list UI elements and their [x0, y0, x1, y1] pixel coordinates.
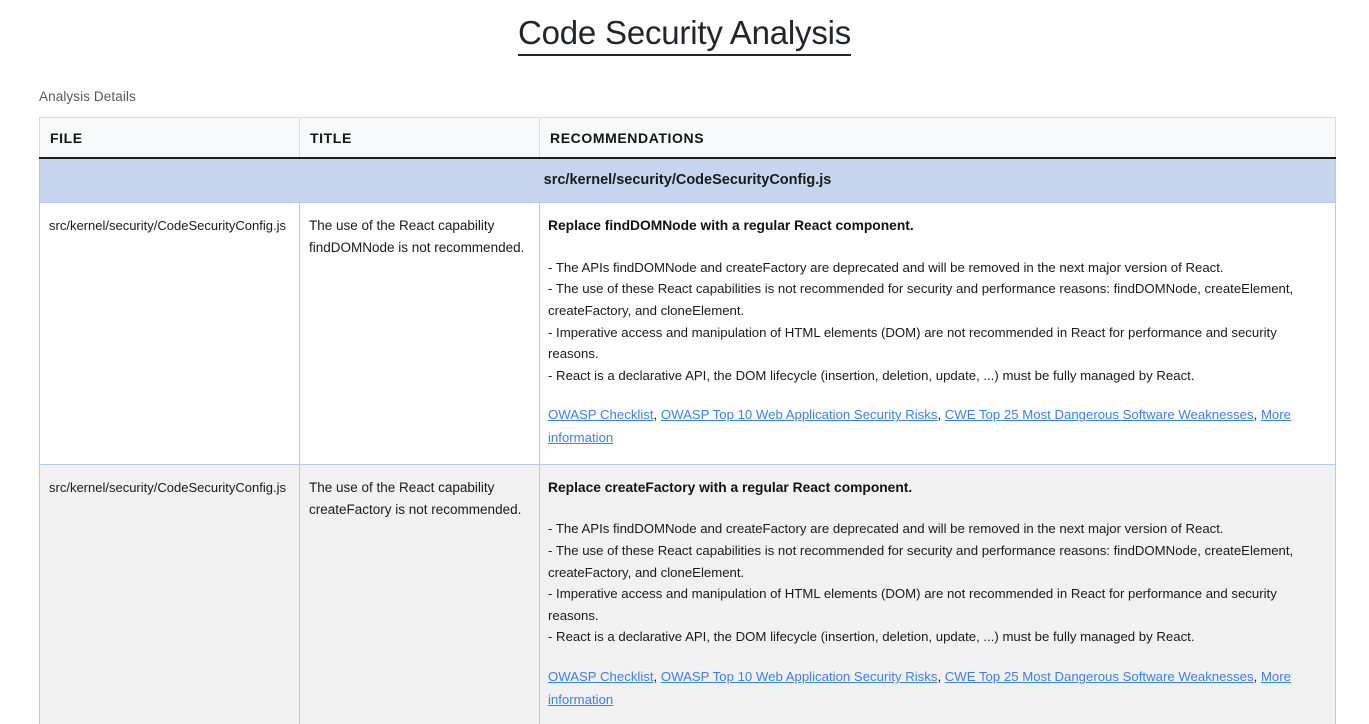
- recommendation-bullets: - The APIs findDOMNode and createFactory…: [548, 518, 1326, 648]
- link-separator: ,: [653, 669, 661, 685]
- section-label: Analysis Details: [39, 89, 136, 105]
- cell-title: The use of the React capability createFa…: [299, 464, 540, 724]
- table-header-row: FILE TITLE RECOMMENDATIONS: [39, 117, 1336, 159]
- reference-links: OWASP Checklist, OWASP Top 10 Web Applic…: [548, 666, 1326, 711]
- link-owasp-top-10[interactable]: OWASP Top 10 Web Application Security Ri…: [661, 669, 938, 684]
- group-row: src/kernel/security/CodeSecurityConfig.j…: [39, 157, 1336, 204]
- link-owasp-checklist[interactable]: OWASP Checklist: [548, 669, 654, 684]
- bullet-item: - The APIs findDOMNode and createFactory…: [548, 521, 1224, 537]
- bullet-item: - The APIs findDOMNode and createFactory…: [548, 259, 1224, 275]
- bullet-item: - Imperative access and manipulation of …: [548, 324, 1277, 362]
- column-header-title[interactable]: TITLE: [299, 117, 540, 159]
- bullet-item: - The use of these React capabilities is…: [548, 542, 1294, 580]
- cell-recommendations: Replace findDOMNode with a regular React…: [539, 202, 1336, 465]
- analysis-table: FILE TITLE RECOMMENDATIONS src/kernel/se…: [39, 117, 1336, 724]
- link-separator: ,: [1253, 407, 1261, 423]
- link-cwe-top-25[interactable]: CWE Top 25 Most Dangerous Software Weakn…: [945, 407, 1254, 422]
- reference-links: OWASP Checklist, OWASP Top 10 Web Applic…: [548, 404, 1326, 449]
- recommendation-bullets: - The APIs findDOMNode and createFactory…: [548, 257, 1326, 387]
- recommendation-title: Replace findDOMNode with a regular React…: [548, 218, 914, 234]
- link-cwe-top-25[interactable]: CWE Top 25 Most Dangerous Software Weakn…: [945, 669, 1254, 684]
- link-separator: ,: [1253, 669, 1261, 685]
- bullet-item: - Imperative access and manipulation of …: [548, 586, 1277, 623]
- cell-recommendations: Replace createFactory with a regular Rea…: [539, 464, 1336, 724]
- cell-title: The use of the React capability findDOMN…: [299, 202, 540, 465]
- column-header-file[interactable]: FILE: [39, 117, 300, 159]
- bullet-item: - The use of these React capabilities is…: [548, 281, 1294, 318]
- bullet-item: - React is a declarative API, the DOM li…: [548, 367, 1195, 383]
- link-separator: ,: [937, 669, 945, 685]
- table-row[interactable]: src/kernel/security/CodeSecurityConfig.j…: [39, 202, 1336, 465]
- link-owasp-top-10[interactable]: OWASP Top 10 Web Application Security Ri…: [661, 407, 938, 422]
- link-owasp-checklist[interactable]: OWASP Checklist: [548, 407, 654, 422]
- cell-file: src/kernel/security/CodeSecurityConfig.j…: [39, 202, 300, 465]
- table-row[interactable]: src/kernel/security/CodeSecurityConfig.j…: [39, 464, 1336, 724]
- cell-file: src/kernel/security/CodeSecurityConfig.j…: [39, 464, 300, 724]
- column-header-recommendations[interactable]: RECOMMENDATIONS: [539, 117, 1336, 159]
- link-separator: ,: [653, 407, 661, 423]
- bullet-item: - React is a declarative API, the DOM li…: [548, 629, 1195, 645]
- report-page: Code Security Analysis Analysis Details …: [0, 0, 1369, 724]
- link-separator: ,: [937, 407, 945, 423]
- recommendation-title: Replace createFactory with a regular Rea…: [548, 479, 913, 495]
- table-body: src/kernel/security/CodeSecurityConfig.j…: [39, 157, 1336, 724]
- page-title-text: Code Security Analysis: [517, 14, 851, 56]
- analysis-table-wrapper: FILE TITLE RECOMMENDATIONS src/kernel/se…: [0, 104, 1369, 724]
- group-row-label: src/kernel/security/CodeSecurityConfig.j…: [39, 157, 1336, 204]
- page-title: Code Security Analysis: [0, 0, 1369, 56]
- table-head: FILE TITLE RECOMMENDATIONS: [39, 117, 1336, 159]
